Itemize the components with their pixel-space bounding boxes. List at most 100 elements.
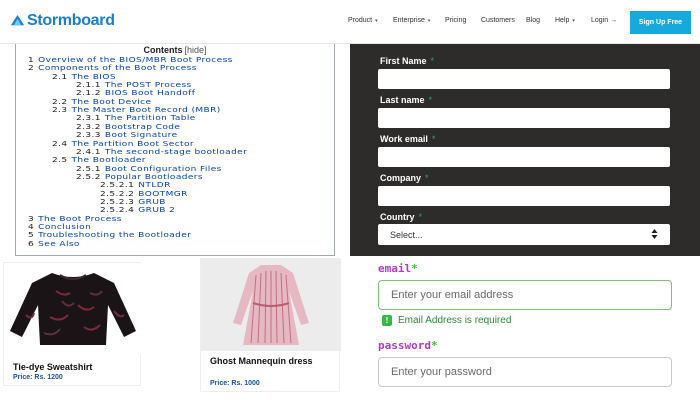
work-email-input[interactable] <box>378 147 670 167</box>
toc-item-number: 2.4.1 <box>76 148 101 157</box>
toc-item[interactable]: 1 Overview of the BIOS/MBR Boot Process <box>28 57 233 64</box>
toc-item-number: 2 <box>28 64 35 73</box>
toc-item[interactable]: 2.3.3 Boot Signature <box>76 132 178 139</box>
toc-item[interactable]: 2.3.2 Bootstrap Code <box>76 123 180 131</box>
toc-item[interactable]: 6 See Also <box>28 240 80 248</box>
password-input[interactable]: Enter your password <box>378 357 672 387</box>
password-label-text: password <box>378 339 431 352</box>
email-placeholder: Enter your email address <box>391 289 514 301</box>
nav-pricing[interactable]: Pricing <box>445 17 466 24</box>
toc-item[interactable]: 2.5.2.4 GRUB 2 <box>100 207 175 214</box>
nav-blog-label: Blog <box>526 17 541 24</box>
stormboard-logo-icon <box>10 14 25 25</box>
ghost-mannequin-dress-image <box>201 259 341 351</box>
toc-item[interactable]: 2.5 The Bootloader <box>52 157 146 164</box>
work-email-label-text: Work email <box>380 134 428 144</box>
nav-customers[interactable]: Customers <box>481 17 515 24</box>
toc-item-number: 2.5.1 <box>76 164 101 173</box>
toc-item[interactable]: 2.1 The BIOS <box>52 72 116 81</box>
product-price: Price: Rs. 1200 <box>13 374 63 381</box>
nav-enterprise-label: Enterprise <box>393 17 425 24</box>
toc-item[interactable]: 2.3.1 The Partition Table <box>76 115 196 122</box>
password-placeholder: Enter your password <box>391 366 492 378</box>
last-name-label-text: Last name <box>380 95 425 105</box>
toc-item[interactable]: 2.4.1 The second-stage bootloader <box>76 148 248 157</box>
toc-item-number: 2.3 <box>52 106 68 115</box>
nav-product-label: Product <box>348 17 373 24</box>
toc-item[interactable]: 2.5.2.3 GRUB <box>100 199 166 206</box>
product-name: Tie-dye Sweatshirt <box>13 362 93 372</box>
toc-hide-toggle[interactable]: [hide] <box>184 45 206 55</box>
toc-item-text: Boot Signature <box>104 131 178 140</box>
toc-item-number: 2.3.3 <box>76 131 101 140</box>
toc-item[interactable]: 5 Troubleshooting the Bootloader <box>28 232 191 239</box>
company-label-text: Company <box>380 173 422 183</box>
nav-product[interactable]: Product ▾ <box>348 17 378 24</box>
product-name: Ghost Mannequin dress <box>210 356 313 366</box>
required-marker: * <box>431 134 436 144</box>
first-name-label: First Name * <box>380 56 434 66</box>
toc-item-text: BOOTMGR <box>138 189 188 198</box>
toc-item-text: The Partition Table <box>104 114 196 123</box>
toc-item[interactable]: 2.1.1 The POST Process <box>76 82 192 89</box>
sign-up-free-button[interactable]: Sign Up Free <box>630 11 691 34</box>
table-of-contents: Contents [hide] 1 Overview of the BIOS/MBR… <box>15 44 335 256</box>
toc-item[interactable]: 2.4 The Partition Boot Sector <box>52 139 194 148</box>
required-marker: * <box>418 212 423 222</box>
toc-item-text: NTLDR <box>138 181 171 190</box>
toc-item-text: The second-stage bootloader <box>104 148 248 157</box>
last-name-input[interactable] <box>378 108 670 128</box>
nav-blog[interactable]: Blog <box>526 17 540 24</box>
first-name-input[interactable] <box>378 69 670 89</box>
toc-item[interactable]: 2.5.1 Boot Configuration Files <box>76 164 222 173</box>
select-arrows-icon <box>651 229 658 239</box>
toc-item[interactable]: 2 Components of the Boot Process <box>28 65 197 72</box>
toc-item[interactable]: 2.5.2.1 NTLDR <box>100 182 171 189</box>
toc-item[interactable]: 2.2 The Boot Device <box>52 98 151 106</box>
toc-item-text: GRUB <box>138 198 166 207</box>
country-select[interactable]: Select... <box>378 224 670 245</box>
company-input[interactable] <box>378 186 670 206</box>
country-label-text: Country <box>380 212 415 222</box>
country-select-value: Select... <box>390 229 423 240</box>
stormboard-logo[interactable]: Stormboard <box>10 12 115 30</box>
toc-item[interactable]: 4 Conclusion <box>28 224 91 231</box>
product-card-sweatshirt[interactable]: Tie-dye Sweatshirt Price: Rs. 1200 <box>3 262 142 386</box>
toc-item-number: 3 <box>28 214 35 223</box>
toc-item[interactable]: 3 The Boot Process <box>28 214 122 223</box>
toc-item-number: 4 <box>28 223 35 232</box>
last-name-label: Last name * <box>380 95 432 105</box>
toc-item-text: The Partition Boot Sector <box>71 139 194 148</box>
required-marker: * <box>428 95 433 105</box>
nav-help-label: Help <box>555 17 570 24</box>
nav-enterprise[interactable]: Enterprise ▾ <box>393 17 430 24</box>
toc-item-number: 1 <box>28 56 35 65</box>
toc-item[interactable]: 2.1.2 BIOS Boot Handoff <box>76 90 195 97</box>
email-label: email* <box>378 262 418 275</box>
nav-help[interactable]: Help ▾ <box>555 17 575 24</box>
product-card-dress[interactable]: Ghost Mannequin dress Price: Rs. 1000 <box>200 258 341 392</box>
brand-name: Stormboard <box>27 12 115 29</box>
product-price: Price: Rs. 1000 <box>210 380 260 387</box>
toc-item-number: 2.1.2 <box>76 89 101 98</box>
toc-item-number: 2.5.2.1 <box>100 181 135 190</box>
toc-item-text: The BIOS <box>71 72 116 81</box>
nav-customers-label: Customers <box>481 17 515 24</box>
toc-item[interactable]: 2.5.2 Popular Bootloaders <box>76 173 203 181</box>
toc-item-number: 2.5.2.3 <box>100 198 135 207</box>
toc-item[interactable]: 2.5.2.2 BOOTMGR <box>100 189 188 198</box>
toc-item-number: 2.1 <box>52 72 68 81</box>
toc-item-text: Components of the Boot Process <box>38 64 197 73</box>
chevron-down-icon: ▾ <box>375 17 378 24</box>
top-navigation-bar: Stormboard Product ▾ Enterprise ▾ Pricing … <box>0 0 700 44</box>
email-error-text: Email Address is required <box>398 315 512 326</box>
toc-item-text: The POST Process <box>104 81 192 90</box>
alert-icon: ! <box>382 315 392 326</box>
toc-item-text: The Boot Process <box>38 214 122 223</box>
work-email-label: Work email * <box>380 134 435 144</box>
nav-login[interactable]: Login → <box>591 17 617 24</box>
email-input[interactable]: Enter your email address <box>378 280 672 310</box>
email-error-message: ! Email Address is required <box>382 315 511 326</box>
nav-login-label: Login → <box>591 17 618 24</box>
toc-item-number: 2.5.2.4 <box>100 206 135 215</box>
